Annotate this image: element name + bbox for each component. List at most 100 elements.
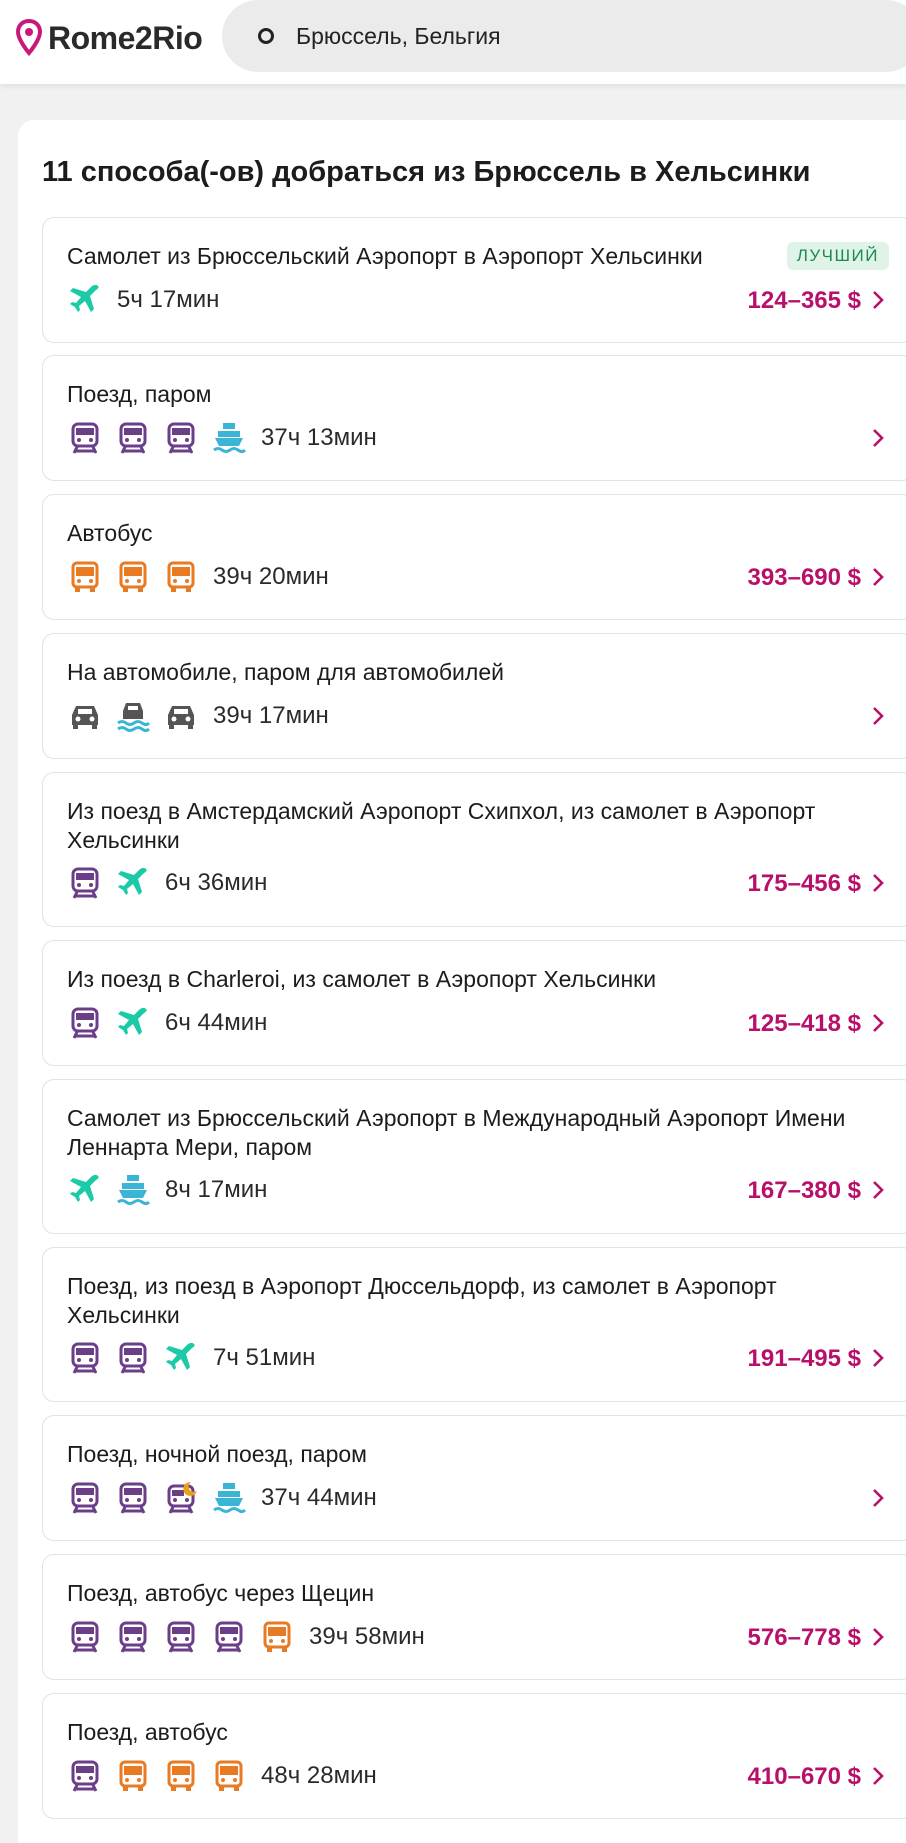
chevron-right-icon[interactable] <box>869 1765 887 1787</box>
route-title: Поезд, автобус через Щецин <box>67 1580 375 1606</box>
plane-icon <box>67 282 103 318</box>
route-duration: 48ч 28мин <box>261 1762 377 1789</box>
route-title: На автомобиле, паром для автомобилей <box>67 659 504 685</box>
route-modes: 39ч 20мин <box>67 557 329 597</box>
route-duration: 37ч 44мин <box>261 1484 377 1511</box>
bus-icon <box>115 1758 151 1794</box>
night-train-icon <box>163 1480 199 1516</box>
route-duration: 8ч 17мин <box>165 1176 268 1203</box>
route-price: 175–456 $ <box>747 870 861 897</box>
route-modes: 37ч 44мин <box>67 1478 377 1518</box>
train-icon <box>67 865 103 901</box>
best-badge: ЛУЧШИЙ <box>786 242 889 270</box>
train-icon <box>67 1340 103 1376</box>
plane-icon <box>115 865 151 901</box>
route-card[interactable]: Автобус 39ч 20мин 393–690 $ <box>42 494 906 620</box>
train-icon <box>163 420 199 456</box>
plane-icon <box>115 1005 151 1041</box>
route-card[interactable]: Поезд, из поезд в Аэропорт Дюссельдорф, … <box>42 1247 906 1402</box>
chevron-right-icon[interactable] <box>869 1626 887 1648</box>
chevron-right-icon[interactable] <box>869 705 887 727</box>
route-duration: 39ч 58мин <box>309 1623 425 1650</box>
route-duration: 39ч 20мин <box>213 563 329 590</box>
route-title: Из поезд в Charleroi, из самолет в Аэроп… <box>67 966 657 992</box>
train-icon <box>115 1619 151 1655</box>
route-title: Поезд, автобус <box>67 1719 228 1745</box>
route-price: 124–365 $ <box>747 287 861 314</box>
chevron-right-icon[interactable] <box>869 1347 887 1369</box>
bus-icon <box>163 559 199 595</box>
logo-text: Rome2Rio <box>48 19 203 56</box>
route-title: Самолет из Брюссельский Аэропорт в Аэроп… <box>67 243 703 269</box>
ferry-icon <box>211 420 247 456</box>
search-input[interactable]: Брюссель, Бельгия <box>222 0 906 72</box>
route-modes: 8ч 17мин <box>67 1170 267 1210</box>
ferry-icon <box>115 1172 151 1208</box>
route-modes: 5ч 17мин <box>67 280 219 320</box>
route-modes: 7ч 51мин <box>67 1338 315 1378</box>
route-card[interactable]: Поезд, ночной поезд, паром 37ч 44мин <box>42 1415 906 1541</box>
route-price: 191–495 $ <box>747 1345 861 1372</box>
route-modes: 37ч 13мин <box>67 418 377 458</box>
route-duration: 37ч 13мин <box>261 424 377 451</box>
page-title: 11 способа(-ов) добраться из Брюссель в … <box>42 156 811 188</box>
ferry-icon <box>211 1480 247 1516</box>
route-title: Из поезд в Амстердамский Аэропорт Схипхо… <box>67 798 816 853</box>
route-modes: 6ч 44мин <box>67 1003 267 1043</box>
train-icon <box>67 420 103 456</box>
chevron-right-icon[interactable] <box>869 1487 887 1509</box>
bus-icon <box>67 559 103 595</box>
route-modes: 48ч 28мин <box>67 1756 377 1796</box>
rome2rio-logo[interactable]: Rome2Rio <box>16 18 203 58</box>
chevron-right-icon[interactable] <box>869 1179 887 1201</box>
chevron-right-icon[interactable] <box>869 427 887 449</box>
route-card[interactable]: На автомобиле, паром для автомобилей 39ч … <box>42 633 906 759</box>
train-icon <box>67 1619 103 1655</box>
bus-icon <box>211 1758 247 1794</box>
train-icon <box>115 1480 151 1516</box>
route-title: Поезд, ночной поезд, паром <box>67 1441 367 1467</box>
train-icon <box>67 1480 103 1516</box>
plane-icon <box>67 1172 103 1208</box>
logo-pin-icon <box>16 19 42 57</box>
chevron-right-icon[interactable] <box>869 872 887 894</box>
route-price: 125–418 $ <box>747 1010 861 1037</box>
results-panel: 11 способа(-ов) добраться из Брюссель в … <box>18 120 906 1843</box>
route-price: 576–778 $ <box>747 1624 861 1651</box>
route-duration: 6ч 44мин <box>165 1009 268 1036</box>
route-card[interactable]: Поезд, автобус через Щецин 39ч 58мин 576–7… <box>42 1554 906 1680</box>
route-duration: 5ч 17мин <box>117 286 220 313</box>
bus-icon <box>163 1758 199 1794</box>
route-price: 393–690 $ <box>747 564 861 591</box>
route-duration: 39ч 17мин <box>213 702 329 729</box>
search-value: Брюссель, Бельгия <box>296 22 501 49</box>
route-card[interactable]: Поезд, паром 37ч 13мин <box>42 355 906 481</box>
route-title: Поезд, паром <box>67 381 212 407</box>
chevron-right-icon[interactable] <box>869 1012 887 1034</box>
route-card[interactable]: Поезд, автобус 48ч 28мин 410–670 $ <box>42 1693 906 1819</box>
route-card[interactable]: Из поезд в Амстердамский Аэропорт Схипхо… <box>42 772 906 927</box>
route-title: Поезд, из поезд в Аэропорт Дюссельдорф, … <box>67 1273 777 1328</box>
bus-icon <box>259 1619 295 1655</box>
chevron-right-icon[interactable] <box>869 289 887 311</box>
route-card[interactable]: Из поезд в Charleroi, из самолет в Аэроп… <box>42 940 906 1066</box>
route-price: 410–670 $ <box>747 1763 861 1790</box>
train-icon <box>163 1619 199 1655</box>
train-icon <box>67 1005 103 1041</box>
route-title: Автобус <box>67 520 153 546</box>
train-icon <box>115 1340 151 1376</box>
origin-circle-icon <box>258 28 274 44</box>
train-icon <box>67 1758 103 1794</box>
route-card[interactable]: Самолет из Брюссельский Аэропорт в Между… <box>42 1079 906 1234</box>
route-price: 167–380 $ <box>747 1177 861 1204</box>
route-modes: 6ч 36мин <box>67 863 267 903</box>
bus-icon <box>115 559 151 595</box>
train-icon <box>115 420 151 456</box>
car-icon <box>67 698 103 734</box>
route-title: Самолет из Брюссельский Аэропорт в Между… <box>67 1105 846 1160</box>
car-ferry-icon <box>115 698 151 734</box>
chevron-right-icon[interactable] <box>869 566 887 588</box>
top-header: Rome2Rio Брюссель, Бельгия <box>0 0 906 84</box>
car-icon <box>163 698 199 734</box>
route-card[interactable]: Самолет из Брюссельский Аэропорт в Аэроп… <box>42 217 906 343</box>
